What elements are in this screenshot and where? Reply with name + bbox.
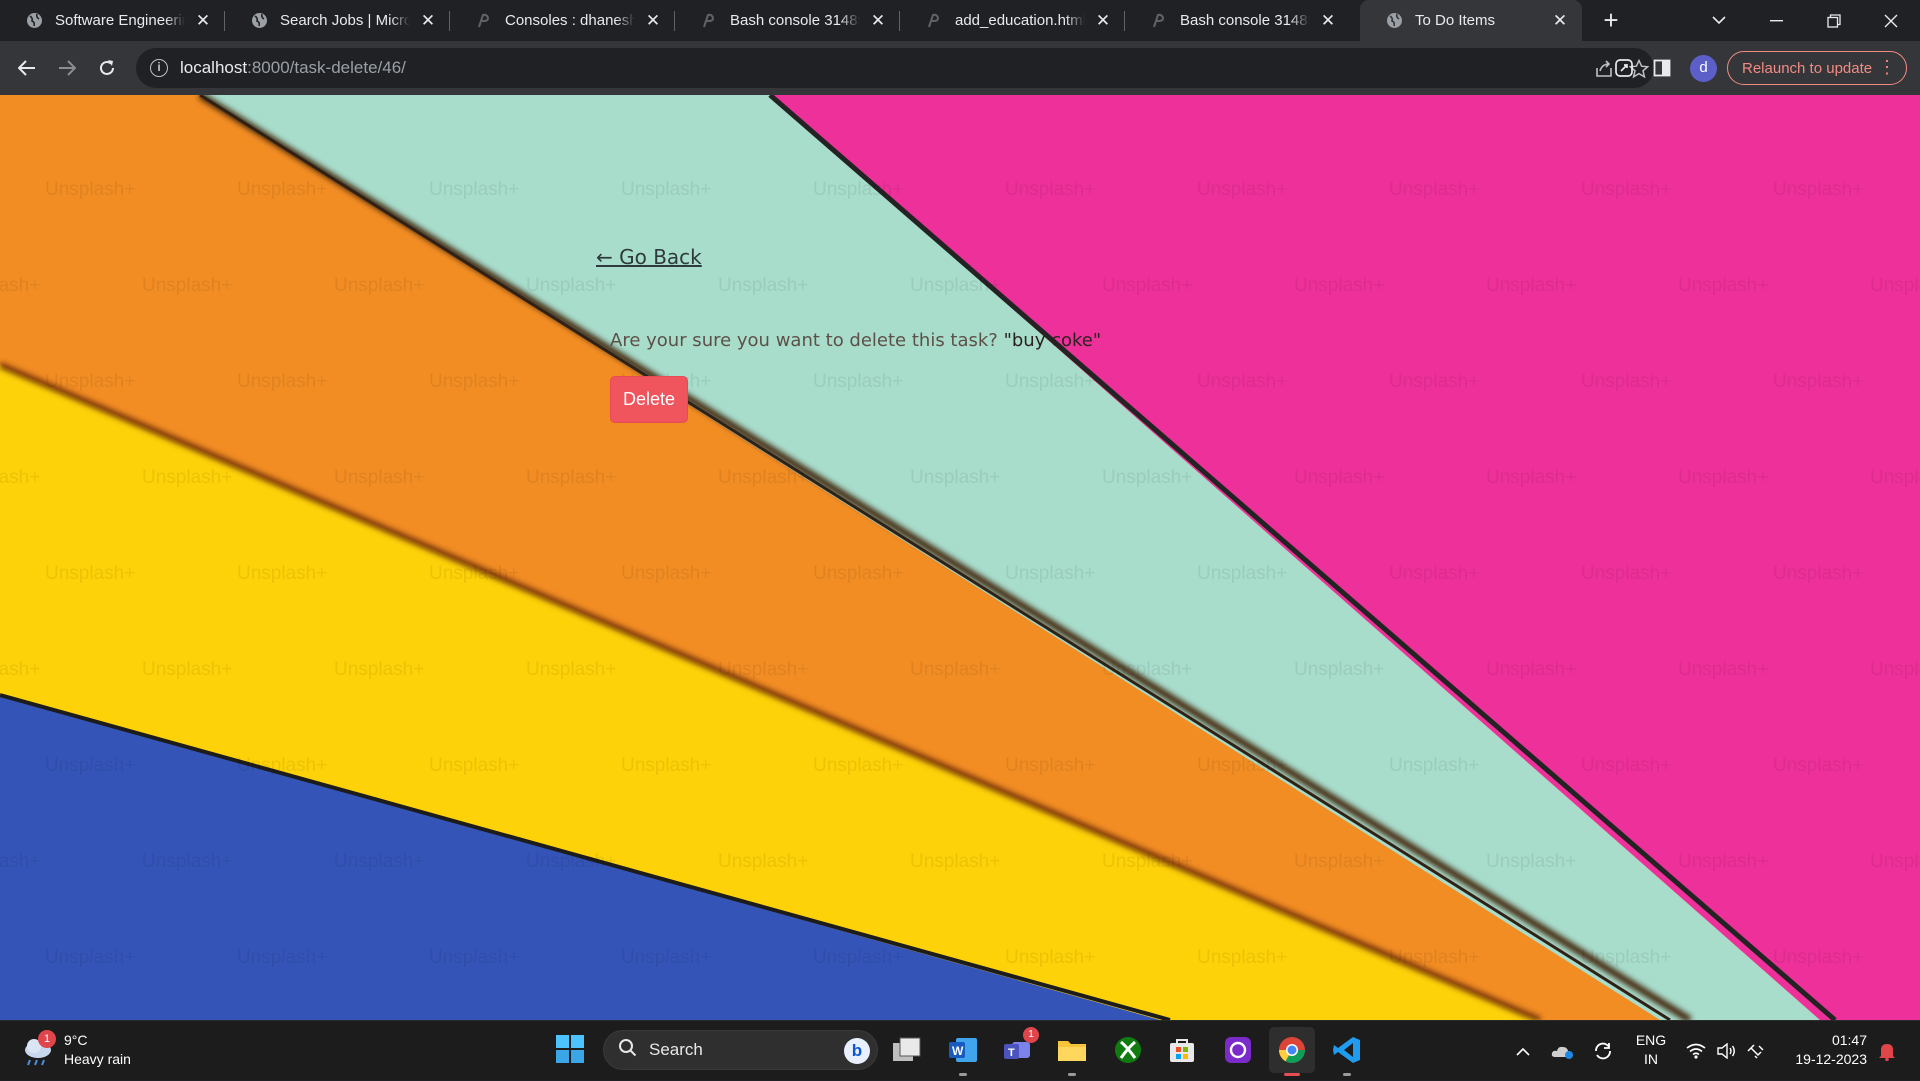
pythonanywhere-icon <box>476 12 493 29</box>
weather-badge: 1 <box>38 1030 56 1048</box>
file-explorer-icon[interactable] <box>1054 1032 1090 1076</box>
address-bar[interactable]: i localhost:8000/task-delete/46/ <box>136 48 1654 88</box>
task-name: "buy coke" <box>1003 330 1102 351</box>
pythonanywhere-icon <box>926 12 943 29</box>
teams-icon[interactable]: T1 <box>999 1027 1039 1068</box>
lang-line1: ENG <box>1635 1032 1667 1048</box>
tab-title: Consoles : dhaneshab <box>505 12 635 29</box>
word-icon[interactable]: W <box>945 1032 981 1076</box>
tab-consoles[interactable]: Consoles : dhaneshab ✕ <box>450 0 675 41</box>
search-icon <box>618 1038 637 1062</box>
site-info-icon[interactable]: i <box>150 59 168 77</box>
tab-search-chevron-icon[interactable] <box>1690 0 1748 41</box>
tab-bash-console-1[interactable]: Bash console 314895 ✕ <box>675 0 900 41</box>
svg-text:T: T <box>1008 1047 1015 1059</box>
clock-time: 01:47 <box>1831 1032 1867 1048</box>
restore-button[interactable] <box>1805 0 1863 41</box>
wifi-icon[interactable] <box>1683 1021 1709 1081</box>
teams-badge: 1 <box>1023 1027 1039 1043</box>
tab-strip: Software Engineering ✕ Search Jobs | Mic… <box>0 0 1920 41</box>
running-indicator <box>1343 1073 1351 1076</box>
confirm-question: Are your sure you want to delete this ta… <box>610 330 1004 351</box>
pythonanywhere-icon <box>701 12 718 29</box>
tab-title: Search Jobs | Microsoft <box>280 12 410 29</box>
close-window-button[interactable] <box>1862 0 1920 41</box>
go-back-link[interactable]: ← Go Back <box>596 245 702 269</box>
side-panel-icon[interactable] <box>1644 50 1680 86</box>
app-icon-purple[interactable] <box>1220 1032 1256 1068</box>
globe-icon <box>26 12 43 29</box>
language-indicator[interactable]: ENG IN <box>1633 1031 1669 1069</box>
profile-avatar[interactable]: d <box>1690 55 1717 82</box>
search-label: Search <box>649 1040 703 1059</box>
svg-text:W: W <box>952 1044 964 1058</box>
browser-toolbar: i localhost:8000/task-delete/46/ d Relau… <box>0 41 1920 95</box>
close-icon[interactable]: ✕ <box>868 11 888 31</box>
close-icon[interactable]: ✕ <box>418 11 438 31</box>
minimize-button[interactable] <box>1747 0 1805 41</box>
tab-title: To Do Items <box>1415 12 1496 29</box>
close-icon[interactable]: ✕ <box>1318 11 1338 31</box>
tab-software-engineering[interactable]: Software Engineering ✕ <box>0 0 225 41</box>
sync-icon[interactable] <box>1589 1021 1617 1081</box>
running-indicator <box>959 1073 967 1076</box>
close-icon[interactable]: ✕ <box>193 11 213 31</box>
tab-search-jobs[interactable]: Search Jobs | Microsoft ✕ <box>225 0 450 41</box>
running-indicator <box>1068 1073 1076 1076</box>
windows-start-icon[interactable] <box>555 1034 585 1064</box>
extensions-icon[interactable] <box>1606 50 1642 86</box>
weather-desc: Heavy rain <box>64 1051 131 1067</box>
clock-date: 19-12-2023 <box>1795 1051 1867 1067</box>
delete-button[interactable]: Delete <box>610 376 688 423</box>
pythonanywhere-icon <box>1151 12 1168 29</box>
system-clock[interactable]: 01:47 19-12-2023 <box>1783 1031 1867 1069</box>
show-hidden-icons-chevron[interactable] <box>1510 1021 1536 1081</box>
page-viewport: Unsplash+ Unsplash+ Unsplash+ Unsplash+ Unsp… <box>0 95 1920 1020</box>
weather-widget[interactable]: 1 9°C Heavy rain <box>20 1030 131 1069</box>
running-indicator <box>1284 1073 1300 1076</box>
back-button[interactable] <box>9 50 45 86</box>
battery-charging-icon[interactable] <box>1743 1021 1769 1081</box>
close-icon[interactable]: ✕ <box>643 11 663 31</box>
xbox-icon[interactable] <box>1110 1032 1146 1068</box>
tab-title: Software Engineering <box>55 12 185 29</box>
url-path: :8000/task-delete/46/ <box>247 58 406 77</box>
chrome-icon[interactable] <box>1269 1027 1315 1076</box>
vscode-icon[interactable] <box>1329 1032 1365 1076</box>
relaunch-to-update-button[interactable]: Relaunch to update ⋮ <box>1727 51 1907 85</box>
reload-button[interactable] <box>89 50 125 86</box>
more-menu-icon[interactable]: ⋮ <box>1878 58 1896 76</box>
tab-bash-console-2[interactable]: Bash console 314895 ✕ <box>1125 0 1350 41</box>
tab-to-do-items[interactable]: To Do Items ✕ <box>1360 0 1582 41</box>
delete-confirmation-text: Are your sure you want to delete this ta… <box>610 330 1101 351</box>
url-host: localhost <box>180 58 248 77</box>
task-view-icon[interactable] <box>889 1032 925 1068</box>
forward-button[interactable] <box>49 50 85 86</box>
tab-title: Bash console 314895 <box>1180 12 1310 29</box>
globe-icon <box>1386 12 1403 29</box>
globe-icon <box>251 12 268 29</box>
delete-task-page: ← Go Back Are your sure you want to dele… <box>0 95 1920 1020</box>
weather-temp: 9°C <box>64 1032 88 1048</box>
lang-line2: IN <box>1644 1051 1658 1067</box>
rain-cloud-icon: 1 <box>20 1030 56 1068</box>
windows-taskbar: 1 9°C Heavy rain Search b W T1 ENG IN 01… <box>0 1020 1920 1080</box>
tab-title: add_education.html : <box>955 12 1085 29</box>
tab-title: Bash console 314895 <box>730 12 860 29</box>
onedrive-icon[interactable] <box>1549 1021 1577 1081</box>
bing-icon[interactable]: b <box>844 1038 870 1064</box>
relaunch-label: Relaunch to update <box>1742 59 1873 77</box>
new-tab-button[interactable]: + <box>1596 6 1626 36</box>
tab-add-education[interactable]: add_education.html : ✕ <box>900 0 1125 41</box>
notification-bell-icon[interactable] <box>1874 1021 1900 1081</box>
volume-icon[interactable] <box>1713 1021 1739 1081</box>
microsoft-store-icon[interactable] <box>1164 1032 1200 1068</box>
close-icon[interactable]: ✕ <box>1093 11 1113 31</box>
close-icon[interactable]: ✕ <box>1550 11 1570 31</box>
taskbar-search[interactable]: Search b <box>603 1030 878 1070</box>
